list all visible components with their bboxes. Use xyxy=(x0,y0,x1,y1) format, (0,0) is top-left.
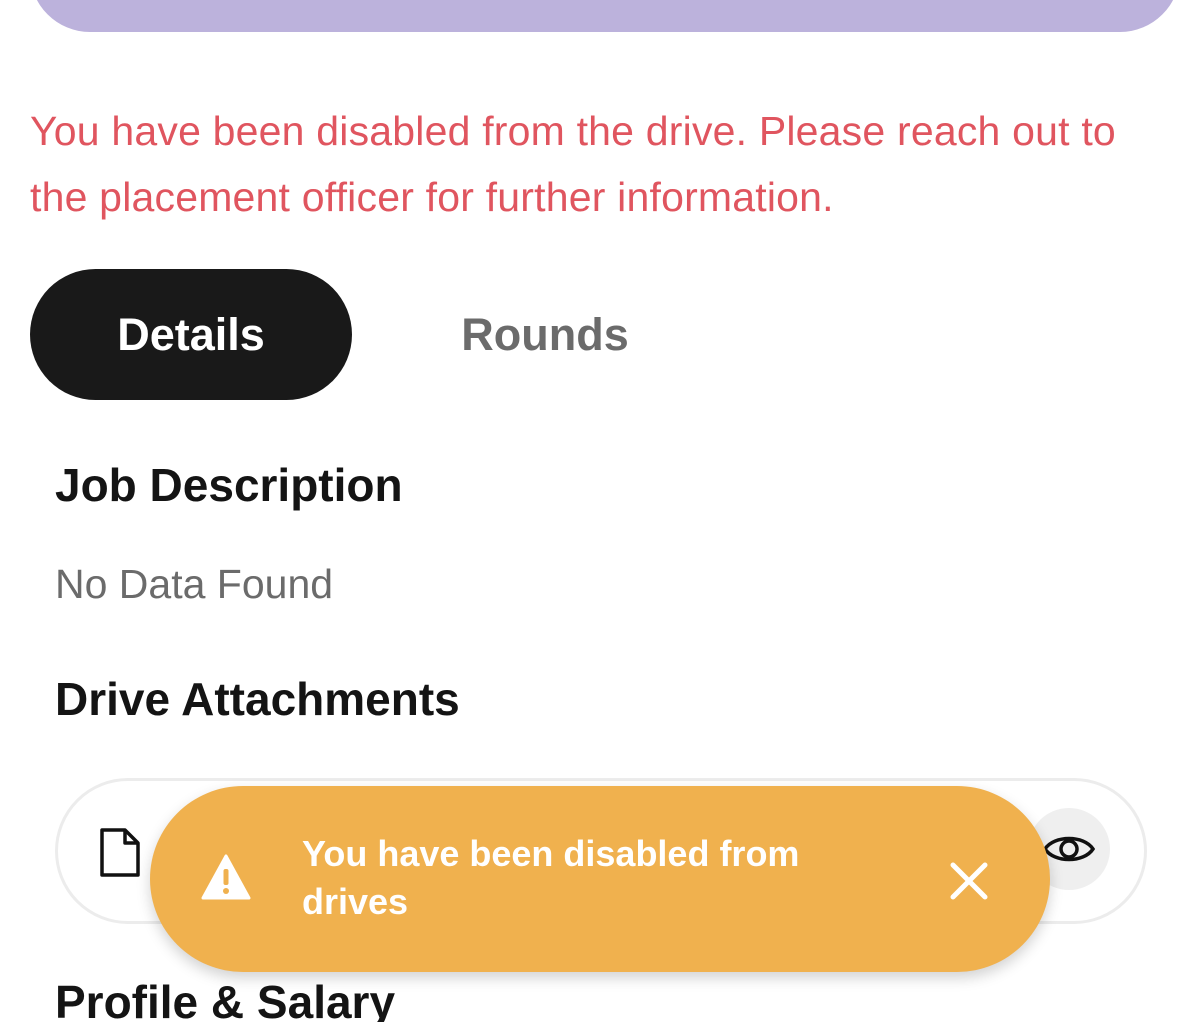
close-icon[interactable] xyxy=(948,860,990,902)
tab-details[interactable]: Details xyxy=(30,269,352,400)
tab-bar: Details Rounds xyxy=(30,269,738,400)
disabled-error-message: You have been disabled from the drive. P… xyxy=(30,108,1116,220)
drive-attachments-title: Drive Attachments xyxy=(55,673,460,725)
toast-message: You have been disabled from drives xyxy=(302,833,800,922)
toast-notification: You have been disabled from drives xyxy=(150,786,1050,972)
job-description-empty-text: No Data Found xyxy=(55,561,334,607)
job-description-title: Job Description xyxy=(55,459,403,511)
warning-icon xyxy=(201,854,251,900)
profile-salary-title: Profile & Salary xyxy=(55,976,396,1022)
file-icon xyxy=(100,828,140,877)
top-banner xyxy=(30,0,1180,32)
drive-details-screen: You have been disabled from the drive. P… xyxy=(0,0,1200,1022)
eye-icon xyxy=(1042,836,1096,862)
tab-rounds[interactable]: Rounds xyxy=(352,269,738,400)
